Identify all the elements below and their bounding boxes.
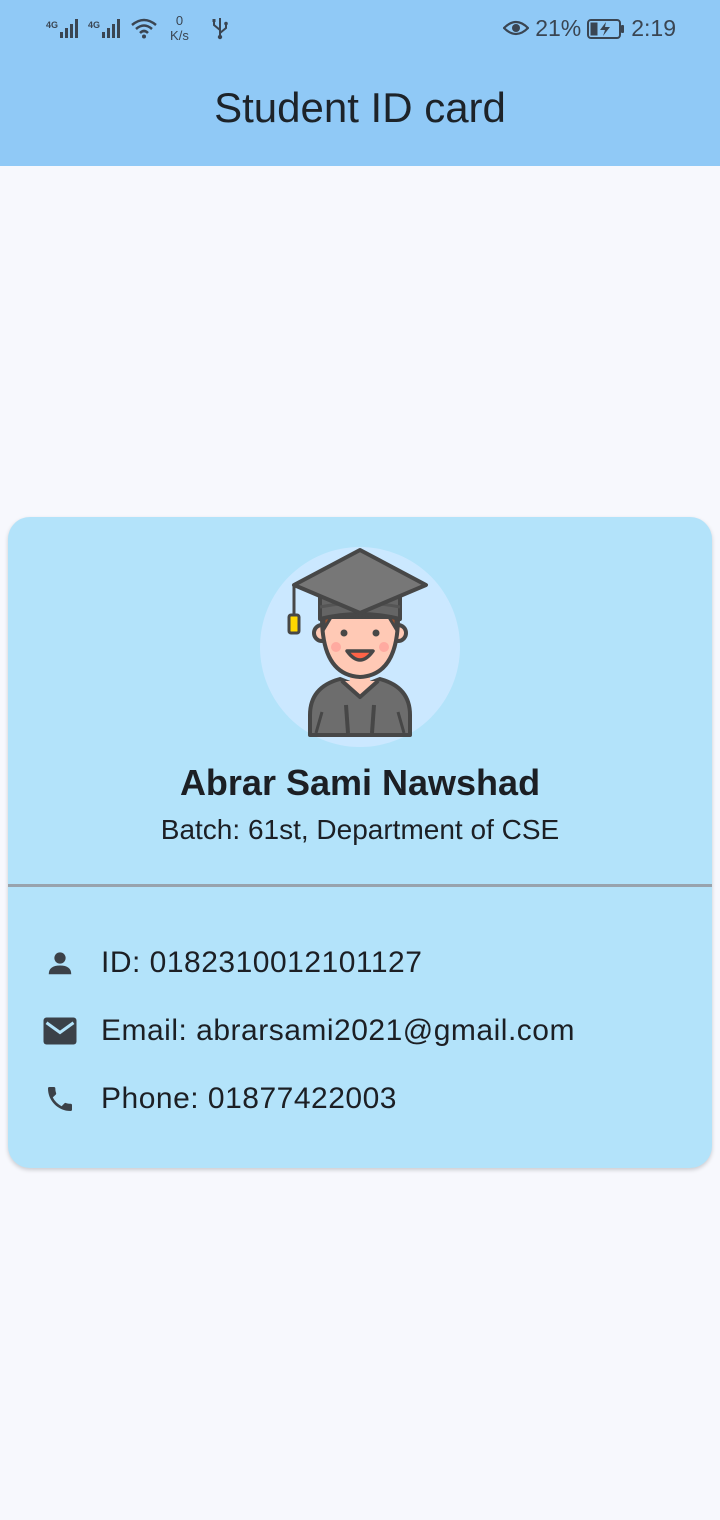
usb-icon	[212, 18, 228, 40]
speed-unit: K/s	[170, 28, 189, 43]
person-icon	[40, 943, 80, 983]
network-speed: 0 K/s	[170, 13, 189, 43]
speed-value: 0	[175, 13, 184, 28]
student-id: ID: 0182310012101127	[101, 946, 423, 979]
top-bar: 4G 4G 0 K/s 21% 2:19 Student ID card	[0, 0, 720, 166]
page-title: Student ID card	[214, 84, 506, 131]
mail-icon	[40, 1011, 80, 1051]
battery-percent: 21%	[535, 14, 582, 41]
student-email: Email: abrarsami2021@gmail.com	[101, 1014, 575, 1047]
signal-bars-icon	[102, 19, 121, 38]
student-id-card: Abrar Sami Nawshad Batch: 61st, Departme…	[8, 517, 712, 1168]
status-bar: 4G 4G 0 K/s 21% 2:19	[0, 0, 720, 56]
card-divider	[8, 884, 712, 887]
status-left: 4G 4G 0 K/s	[46, 10, 229, 46]
network-type-2: 4G	[88, 20, 101, 30]
signal-1: 4G	[46, 18, 80, 38]
battery-charging-icon	[587, 18, 625, 39]
graduate-avatar-icon	[260, 547, 460, 747]
app-screen: 4G 4G 0 K/s 21% 2:19 Student ID card Abr…	[0, 0, 720, 1520]
student-batch: Batch: 61st, Department of CSE	[160, 814, 560, 845]
wifi-icon	[131, 18, 157, 39]
phone-icon	[40, 1079, 80, 1119]
student-phone: Phone: 01877422003	[101, 1082, 397, 1115]
id-row: ID: 0182310012101127	[40, 943, 422, 983]
clock: 2:19	[631, 14, 676, 41]
student-name: Abrar Sami Nawshad	[179, 762, 541, 803]
phone-row: Phone: 01877422003	[40, 1079, 397, 1119]
signal-2: 4G	[88, 18, 122, 38]
email-row: Email: abrarsami2021@gmail.com	[40, 1011, 575, 1051]
status-right: 21% 2:19	[503, 10, 676, 46]
signal-bars-icon	[60, 19, 79, 38]
eye-comfort-icon	[503, 20, 530, 36]
network-type-1: 4G	[46, 20, 59, 30]
